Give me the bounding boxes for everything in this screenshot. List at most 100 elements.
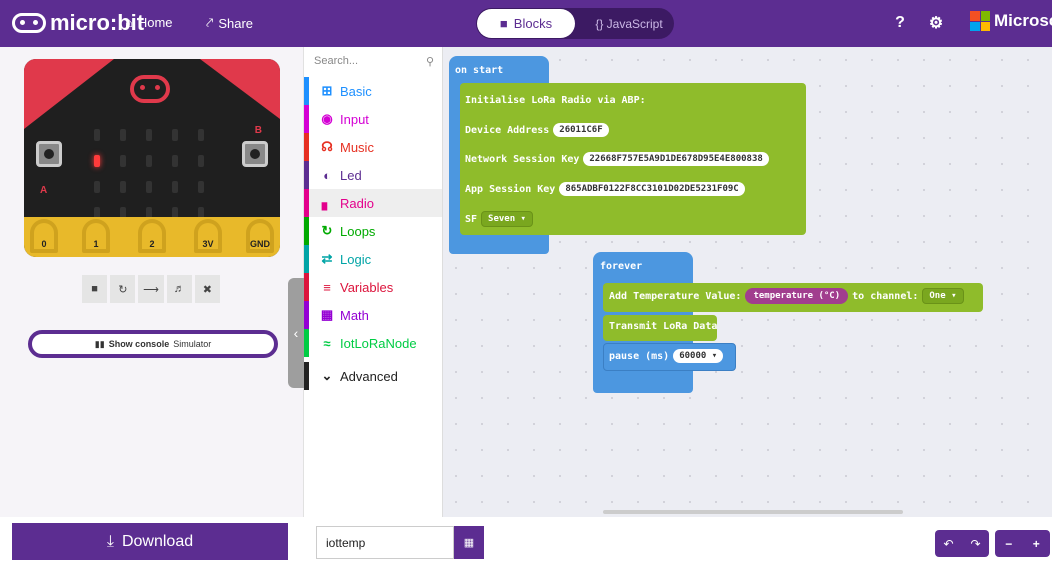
temperature-reporter[interactable]: temperature (°C): [745, 288, 849, 304]
microsoft-logo-icon: [970, 11, 990, 31]
category-led[interactable]: ◐ Led: [304, 161, 442, 189]
category-music[interactable]: ☊ Music: [304, 133, 442, 161]
pin-0[interactable]: 0: [30, 219, 58, 253]
led: [198, 155, 204, 167]
category-input[interactable]: ◉ Input: [304, 105, 442, 133]
slowmo-icon[interactable]: ⟶: [138, 275, 164, 303]
category-label: Math: [340, 307, 369, 323]
share-button[interactable]: ⤤ Share: [206, 15, 253, 31]
device-address-input[interactable]: 26011C6F: [553, 123, 609, 137]
blocks-tab[interactable]: ■ Blocks: [477, 9, 575, 38]
simulator-controls: ■ ↻ ⟶ ♬ ✖: [82, 275, 221, 303]
help-icon[interactable]: ?: [890, 13, 910, 33]
app-key-input[interactable]: 865ADBF0122F8CC3101D02DE5231F09C: [559, 182, 745, 196]
pause-dropdown[interactable]: 60000 ▾: [673, 349, 724, 363]
category-radio[interactable]: ▖ Radio: [304, 189, 442, 217]
stop-icon[interactable]: ■: [82, 275, 108, 303]
board-decoration: [200, 59, 280, 119]
transmit-row: Transmit LoRa Data: [609, 321, 717, 332]
undo-redo-group: ↶ ↷: [935, 530, 989, 557]
home-button[interactable]: ⌂ Home: [125, 15, 173, 30]
face-logo[interactable]: [130, 75, 170, 103]
category-loops[interactable]: ↻ Loops: [304, 217, 442, 245]
simulator-panel: A B 0 1 2 3V GND ■ ↻ ⟶ ♬ ✖ ▮▮ Show conso…: [0, 47, 304, 517]
microsoft-logo[interactable]: Microsoft: [970, 11, 1052, 31]
button-b-label: B: [254, 125, 262, 136]
collapse-simulator-button[interactable]: ‹: [288, 278, 304, 388]
blocks-workspace[interactable]: on start Initialise LoRa Radio via ABP: …: [443, 47, 1052, 517]
javascript-tab[interactable]: {} JavaScript: [584, 9, 674, 38]
fullscreen-icon[interactable]: ✖: [194, 275, 221, 303]
horizontal-scrollbar[interactable]: [603, 510, 903, 514]
toolbox-search-input[interactable]: Search... ⚲: [314, 55, 434, 75]
javascript-tab-label: {} JavaScript: [595, 16, 663, 31]
download-label: Download: [121, 532, 194, 550]
share-label: Share: [218, 15, 254, 31]
button-a[interactable]: [36, 141, 62, 167]
pin-3v: 3V: [194, 219, 222, 253]
pause-value: 60000: [679, 351, 707, 361]
network-key-row: Network Session Key 22668F757E5A9D1DE678…: [465, 152, 769, 166]
channel-dropdown[interactable]: One ▾: [922, 288, 964, 304]
gear-icon[interactable]: ⚙: [926, 13, 946, 33]
microbit-logo-icon: [12, 13, 46, 33]
category-label: Basic: [340, 83, 372, 99]
restart-icon[interactable]: ↻: [110, 275, 136, 303]
category-advanced[interactable]: ⌄ Advanced: [304, 362, 442, 390]
sf-dropdown[interactable]: Seven ▾: [481, 211, 533, 227]
app-key-row: App Session Key 865ADBF0122F8CC3101D02DE…: [465, 182, 745, 196]
pin-gnd: GND: [246, 219, 274, 253]
redo-icon[interactable]: ↷: [970, 537, 980, 551]
list-icon: ≡: [323, 279, 331, 295]
led: [172, 181, 178, 193]
led: [172, 155, 178, 167]
microbit-board: A B 0 1 2 3V GND: [24, 59, 280, 257]
undo-icon[interactable]: ↶: [943, 537, 953, 551]
led: [198, 181, 204, 193]
pin-1[interactable]: 1: [82, 219, 110, 253]
save-button[interactable]: ▦: [454, 526, 484, 559]
button-b[interactable]: [242, 141, 268, 167]
chart-icon: ▮▮: [94, 338, 105, 349]
category-logic[interactable]: ⇄ Logic: [304, 245, 442, 273]
search-icon: ⚲: [425, 56, 434, 68]
blocks-tab-label: Blocks: [513, 16, 553, 31]
zoom-out-icon[interactable]: −: [1005, 537, 1012, 551]
chevron-down-icon: ⌄: [321, 368, 333, 383]
puzzle-icon: ■: [499, 16, 508, 31]
target-icon: ◉: [321, 111, 333, 126]
app-key-label: App Session Key: [465, 183, 556, 195]
save-icon: ▦: [463, 537, 475, 549]
project-name-input[interactable]: iottemp: [316, 526, 454, 559]
zoom-group: − +: [995, 530, 1050, 557]
board-decoration: [24, 59, 114, 129]
zoom-in-icon[interactable]: +: [1033, 537, 1040, 551]
add-temperature-row: Add Temperature Value: temperature (°C) …: [609, 288, 964, 304]
pause-label: pause (ms): [609, 350, 670, 362]
category-iotloranode[interactable]: ≈ IotLoRaNode: [304, 329, 442, 357]
category-label: Led: [340, 167, 362, 183]
pause-row: pause (ms) 60000 ▾: [609, 349, 724, 363]
led: [172, 129, 178, 141]
mute-icon[interactable]: ♬: [166, 275, 192, 303]
led: [94, 129, 100, 141]
category-basic[interactable]: ⊞ Basic: [304, 77, 442, 105]
download-button[interactable]: ⤓ Download: [12, 523, 288, 560]
microsoft-label: Microsoft: [994, 11, 1052, 30]
led: [120, 129, 126, 141]
show-console-label: Show console: [108, 339, 170, 349]
grid-icon: ⊞: [321, 83, 333, 98]
editor-switch: ■ Blocks {} JavaScript: [476, 8, 674, 39]
pin-2[interactable]: 2: [138, 219, 166, 253]
category-label: Logic: [340, 251, 372, 267]
loop-icon: ↻: [321, 223, 333, 238]
category-math[interactable]: ▦ Math: [304, 301, 442, 329]
download-icon: ⤓: [106, 532, 114, 550]
network-key-input[interactable]: 22668F757E5A9D1DE678D95E4E800838: [583, 152, 769, 166]
show-console-button[interactable]: ▮▮ Show console Simulator: [28, 330, 278, 358]
category-label: Loops: [340, 223, 376, 239]
category-label: Music: [340, 139, 374, 155]
category-variables[interactable]: ≡ Variables: [304, 273, 442, 301]
calculator-icon: ▦: [320, 307, 334, 322]
sf-label: SF: [465, 213, 478, 225]
